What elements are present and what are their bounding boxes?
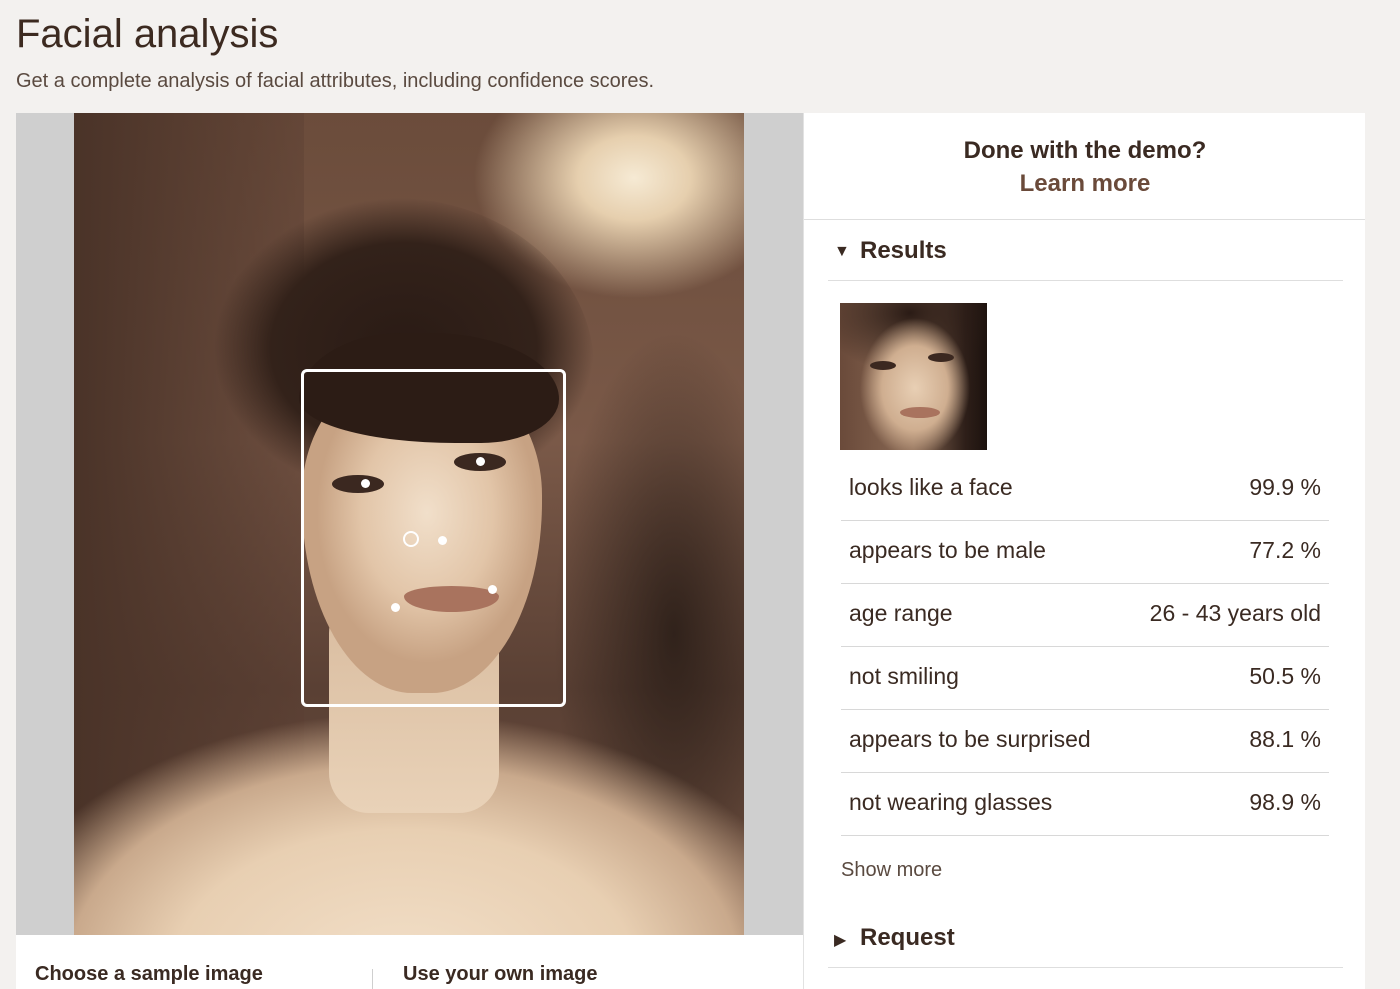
image-source-tabs: Choose a sample image Use your own image [16,935,803,989]
facial-analysis-page: Facial analysis Get a complete analysis … [0,0,1400,989]
result-row: not wearing glasses 98.9 % [841,773,1329,836]
result-label: not wearing glasses [849,789,1053,815]
face-bounding-box[interactable] [301,369,566,707]
result-label: looks like a face [849,474,1013,500]
demo-question: Done with the demo? [963,137,1207,164]
request-section-toggle[interactable]: ▶ Request [828,908,1343,968]
result-row: appears to be surprised 88.1 % [841,710,1329,773]
result-value: 99.9 % [1249,474,1321,500]
choose-sample-image-tab[interactable]: Choose a sample image [35,963,263,986]
thumbnail-left-eye [870,361,896,370]
result-label: appears to be male [849,537,1046,563]
result-label: age range [849,600,953,626]
thumbnail-lips [900,407,940,418]
result-row: looks like a face 99.9 % [841,458,1329,521]
mouth-left-landmark [391,603,400,612]
result-row: age range 26 - 43 years old [841,584,1329,647]
face-thumbnail [840,303,987,450]
result-value: 98.9 % [1249,789,1321,815]
result-row: appears to be male 77.2 % [841,521,1329,584]
analyzed-photo [74,113,744,935]
mouth-right-landmark [488,585,497,594]
caret-right-icon: ▶ [834,932,847,949]
left-eye-landmark [361,479,370,488]
results-section-toggle[interactable]: ▼ Results [828,221,1343,281]
result-value: 26 - 43 years old [1149,600,1321,626]
demo-callout: Done with the demo? Learn more [804,113,1366,220]
results-section-label: Results [860,237,947,264]
right-eye-landmark [476,457,485,466]
show-more-link[interactable]: Show more [841,859,942,882]
thumbnail-right-eye [928,353,954,362]
caret-down-icon: ▼ [834,243,850,260]
page-margin [1365,113,1400,989]
learn-more-link[interactable]: Learn more [804,170,1366,198]
image-panel [16,113,803,935]
nose-landmark [438,536,447,545]
page-subtitle: Get a complete analysis of facial attrib… [16,70,655,92]
result-label: not smiling [849,663,959,689]
request-section-label: Request [860,924,955,951]
tab-divider [372,969,373,989]
result-label: appears to be surprised [849,726,1091,752]
result-row: not smiling 50.5 % [841,647,1329,710]
results-sidebar: Done with the demo? Learn more ▼ Results… [803,113,1366,989]
use-own-image-tab[interactable]: Use your own image [403,963,598,986]
result-value: 77.2 % [1249,537,1321,563]
page-title: Facial analysis [16,12,279,56]
result-value: 50.5 % [1249,663,1321,689]
result-value: 88.1 % [1249,726,1321,752]
nose-ring [403,531,419,547]
